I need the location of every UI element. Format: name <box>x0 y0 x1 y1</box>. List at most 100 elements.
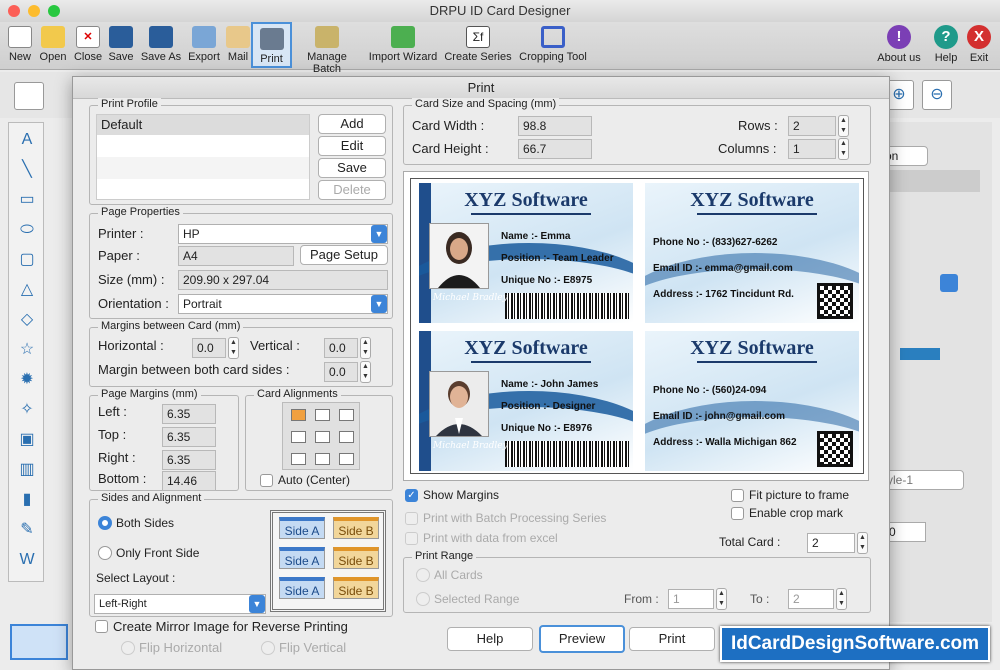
horizontal-margin-field[interactable]: 0.0 <box>192 338 226 358</box>
diamond-tool-icon[interactable]: ◇ <box>16 309 38 331</box>
both-sides-stepper[interactable]: ▲ ▼ <box>360 361 371 383</box>
about-us-button[interactable]: ! About us <box>876 22 922 68</box>
total-card-field[interactable]: 2 <box>807 533 855 553</box>
manage-batch-button[interactable]: Manage Batch <box>292 22 362 75</box>
open-button[interactable]: Open <box>38 22 68 68</box>
right-margin-field[interactable]: 6.35 <box>162 450 216 470</box>
new-button[interactable]: New <box>6 22 34 68</box>
burst-tool-icon[interactable]: ✹ <box>16 369 38 391</box>
all-cards-radio[interactable] <box>416 568 430 582</box>
batch-series-checkbox[interactable] <box>405 512 418 525</box>
rows-field[interactable]: 2 <box>788 116 836 136</box>
panel-dropdown-arrow[interactable] <box>940 274 958 292</box>
from-field[interactable]: 1 <box>668 589 714 609</box>
vertical-stepper[interactable]: ▲ ▼ <box>360 337 371 359</box>
to-field[interactable]: 2 <box>788 589 834 609</box>
mail-button[interactable]: Mail <box>226 22 250 68</box>
close-window-dot[interactable] <box>8 5 20 17</box>
align-middle-left[interactable] <box>291 431 306 443</box>
save-button[interactable]: Save <box>106 22 136 68</box>
panel-number-field[interactable]: 0 <box>886 522 926 542</box>
selected-range-radio[interactable] <box>416 592 430 606</box>
excel-data-checkbox[interactable] <box>405 532 418 545</box>
sparkle-tool-icon[interactable]: ✧ <box>16 399 38 421</box>
ellipse-tool-icon[interactable]: ⬭ <box>16 219 38 241</box>
edit-profile-button[interactable]: Edit <box>318 136 386 156</box>
layout-select[interactable]: Left-Right <box>94 594 266 614</box>
vertical-margin-field[interactable]: 0.0 <box>324 338 358 358</box>
rows-stepper[interactable]: ▲ ▼ <box>838 115 849 137</box>
star-tool-icon[interactable]: ☆ <box>16 339 38 361</box>
print-dialog-button[interactable]: Print <box>629 627 715 651</box>
card-height-field[interactable]: 66.7 <box>518 139 592 159</box>
both-sides-margin-field[interactable]: 0.0 <box>324 362 358 382</box>
align-bottom-left[interactable] <box>291 453 306 465</box>
style-select[interactable]: yle-1 <box>884 470 964 490</box>
triangle-tool-icon[interactable]: △ <box>16 279 38 301</box>
align-top-right[interactable] <box>339 409 354 421</box>
page-icon[interactable] <box>14 82 44 110</box>
rectangle-tool-icon[interactable]: ▭ <box>16 189 38 211</box>
mirror-image-checkbox[interactable] <box>95 620 108 633</box>
create-series-button[interactable]: Σf Create Series <box>444 22 512 68</box>
help-toolbar-button[interactable]: ? Help <box>930 22 962 68</box>
text-tool-icon[interactable]: A <box>16 129 38 151</box>
columns-field[interactable]: 1 <box>788 139 836 159</box>
flip-vertical-radio[interactable] <box>261 641 275 655</box>
from-stepper[interactable]: ▲ ▼ <box>716 588 727 610</box>
auto-center-checkbox[interactable] <box>260 474 273 487</box>
align-bottom-center[interactable] <box>315 453 330 465</box>
add-profile-button[interactable]: Add <box>318 114 386 134</box>
export-button[interactable]: Export <box>186 22 222 68</box>
left-margin-field[interactable]: 6.35 <box>162 404 216 424</box>
save-profile-button[interactable]: Save <box>318 158 386 178</box>
align-middle-right[interactable] <box>339 431 354 443</box>
chevron-down-icon[interactable]: ▼ <box>249 595 265 613</box>
align-bottom-right[interactable] <box>339 453 354 465</box>
orientation-select[interactable]: Portrait <box>178 294 388 314</box>
bottom-margin-field[interactable]: 14.46 <box>162 471 216 491</box>
fit-picture-checkbox[interactable] <box>731 489 744 502</box>
color-swatch[interactable] <box>900 348 940 360</box>
watermark-tool-icon[interactable]: W <box>16 549 38 571</box>
image-tool-icon[interactable]: ▣ <box>16 429 38 451</box>
align-top-left[interactable] <box>291 409 306 421</box>
help-button[interactable]: Help <box>447 627 533 651</box>
print-button[interactable]: Print <box>251 22 292 68</box>
show-margins-checkbox[interactable]: ✓ <box>405 489 418 502</box>
save-as-button[interactable]: Save As <box>139 22 183 68</box>
delete-profile-button[interactable]: Delete <box>318 180 386 200</box>
line-tool-icon[interactable]: ╲ <box>16 159 38 181</box>
to-stepper[interactable]: ▲ ▼ <box>836 588 847 610</box>
card-width-field[interactable]: 98.8 <box>518 116 592 136</box>
zoom-window-dot[interactable] <box>48 5 60 17</box>
import-wizard-button[interactable]: Import Wizard <box>368 22 438 68</box>
total-card-stepper[interactable]: ▲ ▼ <box>857 532 868 554</box>
rounded-rect-tool-icon[interactable]: ▢ <box>16 249 38 271</box>
profile-list-item[interactable]: Default <box>97 115 309 135</box>
crop-mark-checkbox[interactable] <box>731 507 744 520</box>
horizontal-stepper[interactable]: ▲ ▼ <box>228 337 239 359</box>
top-margin-field[interactable]: 6.35 <box>162 427 216 447</box>
chevron-down-icon[interactable]: ▼ <box>371 295 387 313</box>
align-middle-center[interactable] <box>315 431 330 443</box>
profile-list[interactable]: Default <box>96 114 310 200</box>
close-button[interactable]: ✕ Close <box>72 22 104 68</box>
flip-horizontal-radio[interactable] <box>121 641 135 655</box>
preview-button[interactable]: Preview <box>539 625 625 653</box>
zoom-out-icon[interactable]: ⊖ <box>922 80 952 110</box>
signature-tool-icon[interactable]: ✎ <box>16 519 38 541</box>
front-side-radio[interactable] <box>98 546 112 560</box>
minimize-window-dot[interactable] <box>28 5 40 17</box>
columns-stepper[interactable]: ▲ ▼ <box>838 138 849 160</box>
align-top-center[interactable] <box>315 409 330 421</box>
card-thumbnail-icon[interactable] <box>10 624 68 660</box>
page-setup-button[interactable]: Page Setup <box>300 245 388 265</box>
barcode-tool-icon[interactable]: ▮ <box>16 489 38 511</box>
library-tool-icon[interactable]: ▥ <box>16 459 38 481</box>
cropping-tool-button[interactable]: Cropping Tool <box>516 22 590 68</box>
chevron-down-icon[interactable]: ▼ <box>371 225 387 243</box>
printer-select[interactable]: HP <box>178 224 388 244</box>
both-sides-radio[interactable] <box>98 516 112 530</box>
exit-button[interactable]: X Exit <box>964 22 994 68</box>
